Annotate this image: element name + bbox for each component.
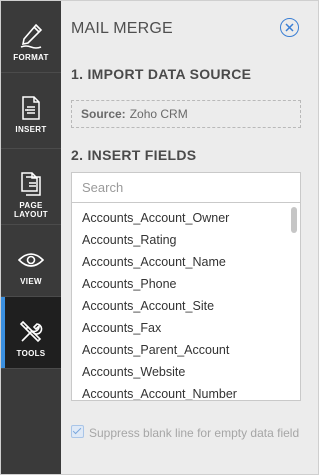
rail-label-page-layout: PAGE LAYOUT [14,201,48,219]
rail-item-insert[interactable]: INSERT [1,73,61,149]
list-item[interactable]: Accounts_Fax [72,317,300,339]
insert-document-icon [21,95,41,121]
mail-merge-window: FORMAT INSERT PAGE LAYOUT VIEW TOOLS MAI… [0,0,319,475]
list-item[interactable]: Accounts_Website [72,361,300,383]
tools-icon [18,319,44,345]
left-rail: FORMAT INSERT PAGE LAYOUT VIEW TOOLS [1,1,61,474]
suppress-blank-line-option[interactable]: Suppress blank line for empty data field [71,424,303,442]
list-item[interactable]: Accounts_Parent_Account [72,339,300,361]
suppress-checkbox[interactable] [71,425,84,438]
list-item[interactable]: Accounts_Account_Number [72,383,300,400]
source-key: Source: [81,107,126,121]
data-source-box[interactable]: Source: Zoho CRM [71,100,301,128]
mail-merge-panel: MAIL MERGE 1. IMPORT DATA SOURCE Source:… [61,1,318,474]
list-item[interactable]: Accounts_Account_Name [72,251,300,273]
section-import-heading: 1. IMPORT DATA SOURCE [71,66,252,82]
page-layout-icon [20,171,42,197]
rail-item-format[interactable]: FORMAT [1,1,61,73]
rail-label-insert: INSERT [15,125,47,134]
list-item[interactable]: Accounts_Account_Site [72,295,300,317]
rail-label-tools: TOOLS [16,349,46,358]
list-scrollbar[interactable] [291,207,297,233]
close-icon [285,23,294,32]
source-value: Zoho CRM [129,107,188,121]
list-item[interactable]: Accounts_Phone [72,273,300,295]
panel-title: MAIL MERGE [71,20,173,37]
fields-list[interactable]: Accounts_Account_Owner Accounts_Rating A… [71,203,301,401]
rail-item-view[interactable]: VIEW [1,225,61,297]
suppress-label: Suppress blank line for empty data field [89,426,300,440]
rail-label-view: VIEW [20,277,42,286]
format-pen-icon [19,23,43,49]
rail-item-page-layout[interactable]: PAGE LAYOUT [1,149,61,225]
rail-label-format: FORMAT [13,53,49,62]
eye-icon [18,247,44,273]
list-item[interactable]: Accounts_Rating [72,229,300,251]
close-button[interactable] [280,18,299,37]
section-insert-heading: 2. INSERT FIELDS [71,147,197,163]
search-input[interactable] [71,172,301,203]
rail-item-tools[interactable]: TOOLS [1,297,61,369]
list-item[interactable]: Accounts_Account_Owner [72,207,300,229]
